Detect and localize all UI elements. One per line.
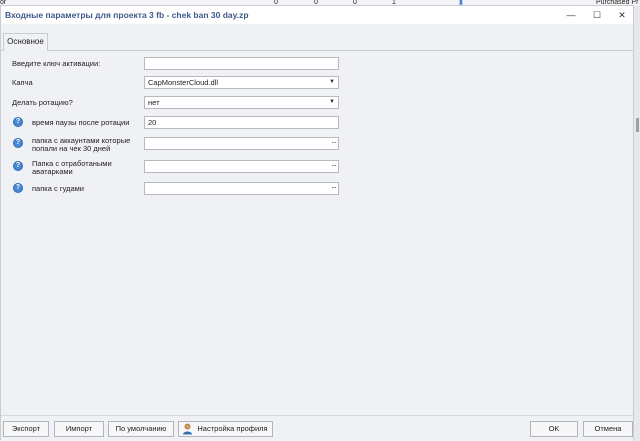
close-button[interactable]: ✕: [611, 8, 633, 22]
help-icon[interactable]: ?: [13, 161, 23, 171]
dialog-footer: Экспорт Импорт По умолчанию Настройка пр…: [1, 415, 633, 441]
captcha-select[interactable]: CapMonsterCloud.dll ▼: [144, 76, 339, 89]
background-scrollbar-thumb[interactable]: [636, 118, 639, 132]
pause-time-label: время паузы после ротации: [32, 118, 130, 127]
browse-icon[interactable]: ···: [331, 160, 337, 171]
title-bar[interactable]: Входные параметры для проекта 3 fb - che…: [1, 6, 633, 24]
profile-settings-button[interactable]: Настройка профиля: [178, 421, 273, 437]
browse-icon[interactable]: ···: [331, 182, 337, 193]
captcha-select-value: CapMonsterCloud.dll: [148, 78, 219, 87]
rotation-select[interactable]: нет ▼: [144, 96, 339, 109]
avatars-folder-input[interactable]: ···: [144, 160, 339, 173]
user-icon: [183, 423, 192, 435]
help-icon[interactable]: ?: [13, 183, 23, 193]
pause-time-input[interactable]: 20: [144, 116, 339, 129]
maximize-button[interactable]: ☐: [586, 8, 608, 22]
default-button[interactable]: По умолчанию: [108, 421, 174, 437]
goods-folder-label: папка с гудами: [32, 184, 84, 193]
rotation-label: Делать ротацию?: [12, 98, 73, 107]
chevron-down-icon[interactable]: ▼: [329, 77, 335, 88]
import-button[interactable]: Импорт: [54, 421, 104, 437]
activation-key-label: Введите ключ активации:: [12, 59, 101, 68]
browse-icon[interactable]: ···: [331, 137, 337, 148]
avatars-folder-label: Папка с отработаными аватарками: [32, 159, 112, 176]
captcha-label: Капча: [12, 78, 33, 87]
profile-settings-label: Настройка профиля: [197, 424, 268, 433]
window-title: Входные параметры для проекта 3 fb - che…: [5, 10, 249, 20]
checked-accounts-folder-label: папка с аккаунтами которые попали на чек…: [32, 136, 131, 153]
ok-button[interactable]: OK: [530, 421, 578, 437]
tab-main[interactable]: Основное: [3, 33, 48, 52]
parameters-dialog: Входные параметры для проекта 3 fb - che…: [0, 5, 634, 441]
export-button[interactable]: Экспорт: [3, 421, 49, 437]
help-icon[interactable]: ?: [13, 117, 23, 127]
goods-folder-input[interactable]: ···: [144, 182, 339, 195]
help-icon[interactable]: ?: [13, 138, 23, 148]
parameters-panel: Введите ключ активации: Капча CapMonster…: [2, 51, 632, 413]
rotation-select-value: нет: [148, 98, 160, 107]
tab-strip: Основное: [1, 31, 633, 52]
checked-accounts-folder-input[interactable]: ···: [144, 137, 339, 150]
activation-key-input[interactable]: [144, 57, 339, 70]
cancel-button[interactable]: Отмена: [583, 421, 633, 437]
chevron-down-icon[interactable]: ▼: [329, 97, 335, 108]
minimize-button[interactable]: —: [560, 8, 582, 22]
